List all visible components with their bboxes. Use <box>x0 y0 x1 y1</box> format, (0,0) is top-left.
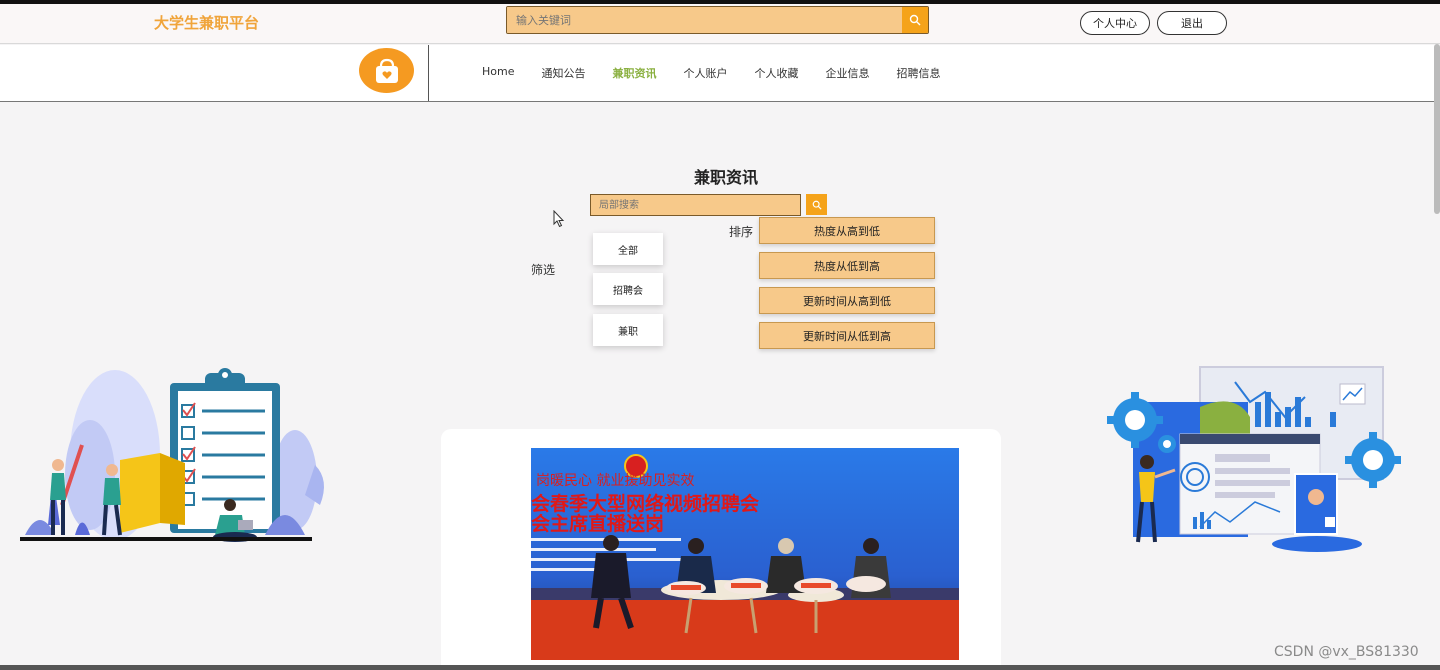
search-icon <box>812 200 822 210</box>
filter-parttime-button[interactable]: 兼职 <box>593 314 663 346</box>
bottom-border <box>0 665 1440 670</box>
filter-label: 筛选 <box>531 263 556 277</box>
local-search-button[interactable] <box>806 194 827 215</box>
nav-item-notices[interactable]: 通知公告 <box>541 65 585 81</box>
shopping-bag-icon <box>375 58 398 83</box>
banner-line-1: 岗暖民心 就业援助见实效 <box>536 473 694 489</box>
sort-time-asc-button[interactable]: 更新时间从低到高 <box>759 322 935 349</box>
top-search-input[interactable] <box>507 7 902 33</box>
top-search-box <box>506 6 929 34</box>
nav-item-jobs[interactable]: 招聘信息 <box>896 65 940 81</box>
page-scrollbar[interactable] <box>1434 44 1440 214</box>
nav-item-parttime-news[interactable]: 兼职资讯 <box>612 65 656 81</box>
nav-item-favorites[interactable]: 个人收藏 <box>754 65 798 81</box>
logout-button[interactable]: 退出 <box>1157 11 1227 35</box>
watermark: CSDN @vx_BS81330 <box>1274 644 1419 660</box>
nav-bar: Home 通知公告 兼职资讯 个人账户 个人收藏 企业信息 招聘信息 <box>0 45 1440 102</box>
personal-center-button[interactable]: 个人中心 <box>1080 11 1150 35</box>
sort-time-desc-button[interactable]: 更新时间从高到低 <box>759 287 935 314</box>
site-title: 大学生兼职平台 <box>154 14 260 32</box>
top-bar: 大学生兼职平台 个人中心 退出 <box>0 0 1440 44</box>
sort-popularity-asc-button[interactable]: 热度从低到高 <box>759 252 935 279</box>
filter-job-fair-button[interactable]: 招聘会 <box>593 273 663 305</box>
nav-item-account[interactable]: 个人账户 <box>683 65 727 81</box>
main-nav: Home 通知公告 兼职资讯 个人账户 个人收藏 企业信息 招聘信息 <box>482 65 967 81</box>
local-search-input[interactable] <box>590 194 801 216</box>
banner-line-3: 会主席直播送岗 <box>531 512 664 535</box>
dashboard-illustration <box>1107 366 1401 552</box>
checklist-illustration <box>20 368 324 542</box>
sort-popularity-desc-button[interactable]: 热度从高到低 <box>759 217 935 244</box>
search-icon <box>909 14 921 26</box>
nav-divider <box>428 45 429 101</box>
nav-item-home[interactable]: Home <box>482 65 514 81</box>
mouse-cursor-icon <box>553 210 565 228</box>
filter-all-button[interactable]: 全部 <box>593 233 663 265</box>
top-search-button[interactable] <box>902 7 928 33</box>
banner-line-2: 会春季大型网络视频招聘会 <box>531 492 759 515</box>
logo[interactable] <box>359 48 414 93</box>
page-title: 兼职资讯 <box>694 168 759 187</box>
nav-item-companies[interactable]: 企业信息 <box>825 65 869 81</box>
news-image[interactable]: 岗暖民心 就业援助见实效 会春季大型网络视频招聘会 会主席直播送岗 <box>531 448 959 660</box>
sort-label: 排序 <box>729 225 754 239</box>
